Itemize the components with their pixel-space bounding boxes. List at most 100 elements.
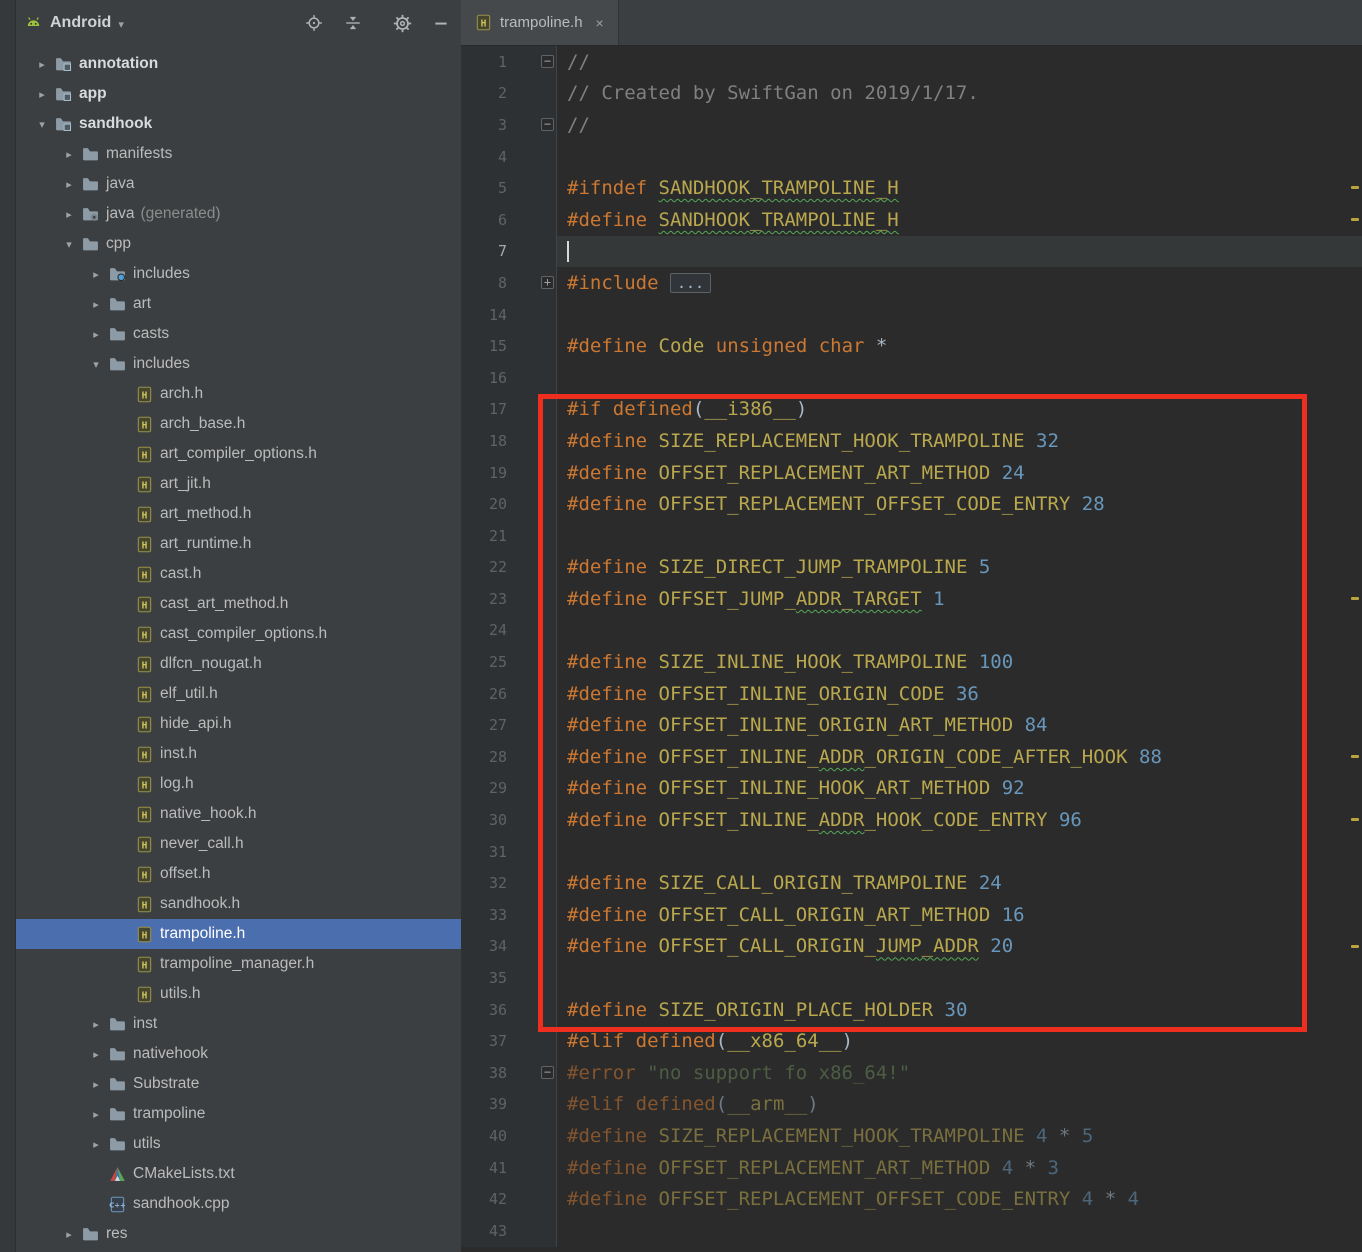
- gutter[interactable]: 41: [461, 1151, 557, 1184]
- gutter[interactable]: 27: [461, 709, 557, 742]
- tree-item-includes[interactable]: ▸ includes: [16, 259, 461, 289]
- tree-item-cast-compiler-options-h[interactable]: Hcast_compiler_options.h: [16, 619, 461, 649]
- code-line-25[interactable]: 25 #define SIZE_INLINE_HOOK_TRAMPOLINE 10…: [461, 646, 1362, 678]
- tree-item-cpp[interactable]: ▾ cpp: [16, 229, 461, 259]
- code-editor[interactable]: 1−//2// Created by SwiftGan on 2019/1/17…: [461, 46, 1362, 1252]
- chevron-right-icon[interactable]: ▸: [30, 58, 54, 71]
- gutter[interactable]: 39: [461, 1088, 557, 1121]
- gutter[interactable]: 37: [461, 1025, 557, 1057]
- fold-collapse-icon[interactable]: −: [541, 118, 554, 132]
- code-line-18[interactable]: 18 #define SIZE_REPLACEMENT_HOOK_TRAMPOLI…: [461, 425, 1362, 457]
- code-line-30[interactable]: 30 #define OFFSET_INLINE_ ADDR _HOOK_CODE_E…: [461, 804, 1362, 836]
- gutter[interactable]: 4: [461, 140, 557, 173]
- tree-item-annotation[interactable]: ▸ annotation: [16, 49, 461, 79]
- gutter[interactable]: 15: [461, 330, 557, 362]
- tree-item-cast-art-method-h[interactable]: Hcast_art_method.h: [16, 589, 461, 619]
- code-line-40[interactable]: 40 #define SIZE_REPLACEMENT_HOOK_TRAMPOLI…: [461, 1120, 1362, 1152]
- chevron-right-icon[interactable]: ▸: [30, 88, 54, 101]
- gutter[interactable]: 2: [461, 77, 557, 110]
- tree-item-offset-h[interactable]: Hoffset.h: [16, 859, 461, 889]
- code-line-8[interactable]: 8 + #include ...: [461, 267, 1362, 299]
- tree-item-dlfcn-nougat-h[interactable]: Hdlfcn_nougat.h: [16, 649, 461, 679]
- gutter[interactable]: 33: [461, 899, 557, 931]
- gutter[interactable]: 43: [461, 1214, 557, 1247]
- code-line-35[interactable]: 35: [461, 962, 1362, 994]
- code-line-43[interactable]: 43: [461, 1214, 1362, 1247]
- tree-item-java[interactable]: ▸ java: [16, 169, 461, 199]
- tab-trampoline-h[interactable]: H trampoline.h ×: [461, 0, 619, 45]
- code-line-28[interactable]: 28 #define OFFSET_INLINE_ ADDR _ORIGIN_CODE…: [461, 741, 1362, 773]
- close-icon[interactable]: ×: [596, 15, 604, 31]
- code-line-16[interactable]: 16: [461, 361, 1362, 394]
- code-line-37[interactable]: 37 #elif defined(__x86_64__): [461, 1025, 1362, 1057]
- gutter[interactable]: 31: [461, 835, 557, 868]
- gutter[interactable]: 14: [461, 298, 557, 331]
- gutter[interactable]: 21: [461, 519, 557, 552]
- gutter[interactable]: 29: [461, 772, 557, 805]
- code-line-5[interactable]: 5 #ifndef SANDHOOK_TRAMPOLINE_H: [461, 172, 1362, 204]
- gutter[interactable]: 32: [461, 867, 557, 900]
- tree-item-native-hook-h[interactable]: Hnative_hook.h: [16, 799, 461, 829]
- tree-item-cast-h[interactable]: Hcast.h: [16, 559, 461, 589]
- tree-item-casts[interactable]: ▸ casts: [16, 319, 461, 349]
- code-line-39[interactable]: 39 #elif defined(__arm__): [461, 1088, 1362, 1121]
- gutter[interactable]: 1−: [461, 46, 557, 78]
- fold-collapse-icon[interactable]: −: [541, 55, 554, 69]
- chevron-down-icon[interactable]: ▾: [57, 238, 81, 251]
- gutter[interactable]: 34: [461, 930, 557, 963]
- tree-item-utils[interactable]: ▸ utils: [16, 1129, 461, 1159]
- left-tool-window-stripe[interactable]: [0, 0, 16, 1252]
- tree-item-sandhook[interactable]: ▾ sandhook: [16, 109, 461, 139]
- gutter[interactable]: 40: [461, 1120, 557, 1152]
- gutter[interactable]: 18: [461, 425, 557, 457]
- chevron-right-icon[interactable]: ▸: [84, 1138, 108, 1151]
- code-line-27[interactable]: 27 #define OFFSET_INLINE_ORIGIN_ART_METHO…: [461, 709, 1362, 742]
- tree-item-art-jit-h[interactable]: Hart_jit.h: [16, 469, 461, 499]
- tree-item-art-compiler-options-h[interactable]: Hart_compiler_options.h: [16, 439, 461, 469]
- gutter[interactable]: 23: [461, 583, 557, 615]
- tree-item-trampoline-manager-h[interactable]: Htrampoline_manager.h: [16, 949, 461, 979]
- tree-item-app[interactable]: ▸ app: [16, 79, 461, 109]
- tree-item-trampoline[interactable]: ▸ trampoline: [16, 1099, 461, 1129]
- code-line-36[interactable]: 36 #define SIZE_ORIGIN_PLACE_HOLDER 30: [461, 993, 1362, 1026]
- code-line-23[interactable]: 23 #define OFFSET_JUMP_ ADDR_TARGET 1: [461, 583, 1362, 615]
- code-line-41[interactable]: 41 #define OFFSET_REPLACEMENT_ART_METHOD …: [461, 1151, 1362, 1184]
- code-line-42[interactable]: 42 #define OFFSET_REPLACEMENT_OFFSET_CODE…: [461, 1183, 1362, 1215]
- code-line-7[interactable]: 7: [461, 235, 1362, 268]
- gutter[interactable]: 3−: [461, 109, 557, 141]
- tree-item-arch-h[interactable]: Harch.h: [16, 379, 461, 409]
- tree-item-sandhook-h[interactable]: Hsandhook.h: [16, 889, 461, 919]
- gutter[interactable]: 42: [461, 1183, 557, 1215]
- gutter[interactable]: 28: [461, 741, 557, 773]
- locate-icon[interactable]: [304, 13, 324, 33]
- code-line-4[interactable]: 4: [461, 140, 1362, 173]
- chevron-right-icon[interactable]: ▸: [84, 298, 108, 311]
- code-line-38[interactable]: 38 − #error "no support fo x86_64!": [461, 1057, 1362, 1089]
- chevron-right-icon[interactable]: ▸: [57, 148, 81, 161]
- tree-item-never-call-h[interactable]: Hnever_call.h: [16, 829, 461, 859]
- tree-item-includes[interactable]: ▾ includes: [16, 349, 461, 379]
- code-line-24[interactable]: 24: [461, 614, 1362, 647]
- code-line-19[interactable]: 19 #define OFFSET_REPLACEMENT_ART_METHOD …: [461, 456, 1362, 489]
- tree-item-sandhook-cpp[interactable]: C++ sandhook.cpp: [16, 1189, 461, 1219]
- typo-stripe-mark[interactable]: [1351, 755, 1359, 759]
- code-line-29[interactable]: 29 #define OFFSET_INLINE_HOOK_ART_METHOD …: [461, 772, 1362, 805]
- tree-item-inst-h[interactable]: Hinst.h: [16, 739, 461, 769]
- typo-stripe-mark[interactable]: [1351, 186, 1359, 190]
- gutter[interactable]: 17: [461, 393, 557, 426]
- project-view-selector[interactable]: Android ▾: [23, 13, 124, 33]
- tree-item-elf-util-h[interactable]: Helf_util.h: [16, 679, 461, 709]
- tree-item-arch-base-h[interactable]: Harch_base.h: [16, 409, 461, 439]
- chevron-right-icon[interactable]: ▸: [84, 268, 108, 281]
- code-line-3[interactable]: 3−//: [461, 109, 1362, 141]
- code-line-21[interactable]: 21: [461, 519, 1362, 552]
- gutter[interactable]: 7: [461, 235, 557, 268]
- gutter[interactable]: 26: [461, 677, 557, 710]
- gutter[interactable]: 16: [461, 361, 557, 394]
- chevron-down-icon[interactable]: ▾: [30, 118, 54, 131]
- tree-item-inst[interactable]: ▸ inst: [16, 1009, 461, 1039]
- tree-item-manifests[interactable]: ▸ manifests: [16, 139, 461, 169]
- gutter[interactable]: 20: [461, 488, 557, 520]
- tree-item-utils-h[interactable]: Hutils.h: [16, 979, 461, 1009]
- gutter[interactable]: 19: [461, 456, 557, 489]
